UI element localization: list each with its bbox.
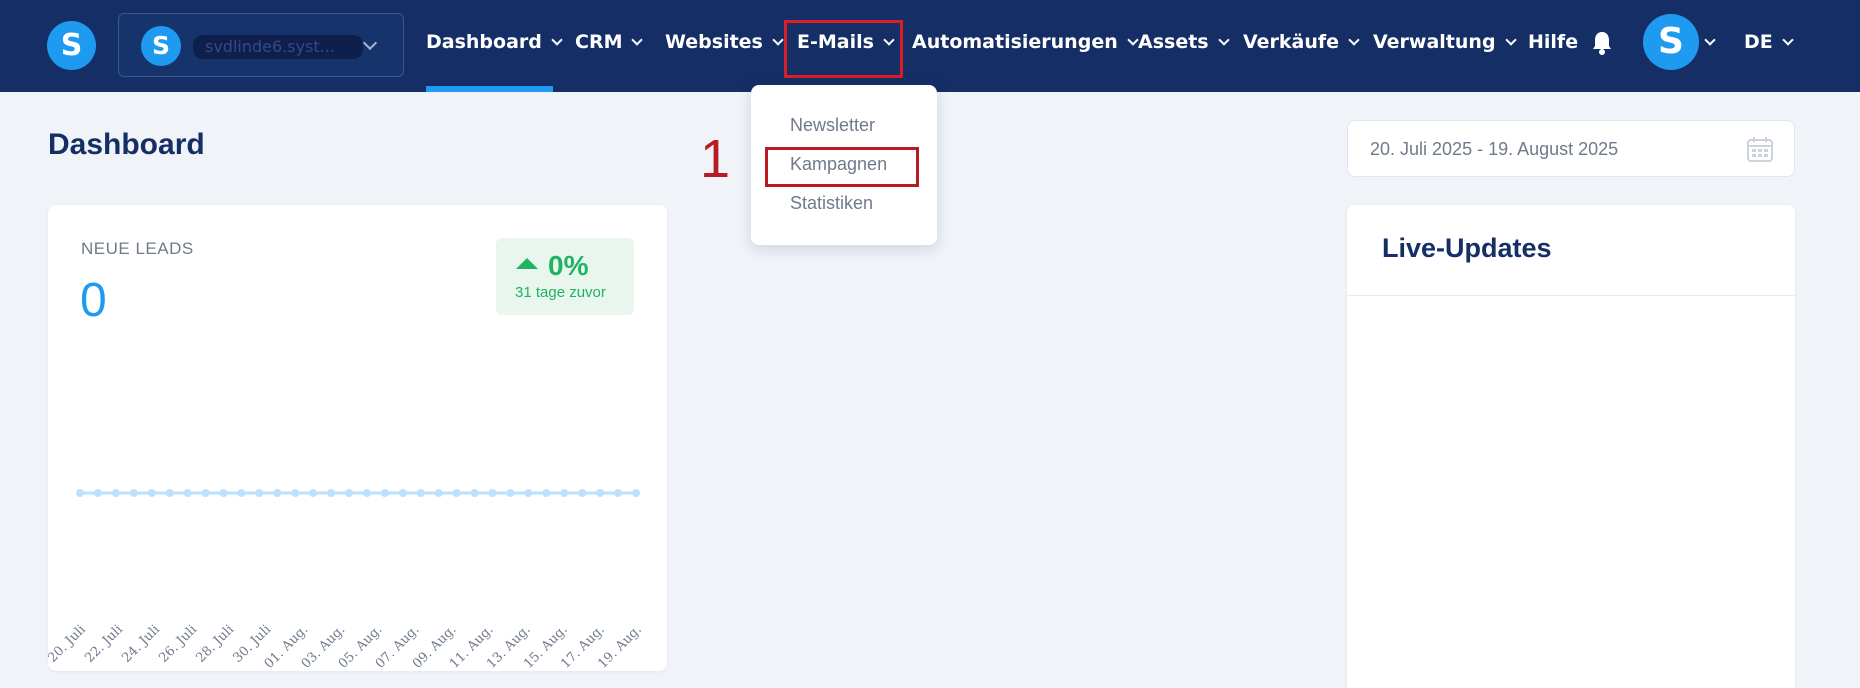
data-point[interactable]: [255, 489, 264, 497]
nav-dashboard[interactable]: Dashboard: [426, 0, 563, 92]
x-tick-label: 28. Juli: [193, 622, 237, 666]
data-point[interactable]: [111, 489, 120, 497]
data-point[interactable]: [273, 489, 282, 497]
date-range-text: 20. Juli 2025 - 19. August 2025: [1370, 139, 1619, 159]
data-point[interactable]: [542, 489, 551, 497]
data-point[interactable]: [291, 489, 300, 497]
new-leads-card: NEUE LEADS 0 0% 31 tage zuvor 20. Juli 22…: [48, 205, 667, 671]
chevron-down-icon: [1504, 34, 1517, 46]
chevron-down-icon: [772, 34, 784, 46]
nav-hilfe[interactable]: Hilfe: [1528, 0, 1578, 92]
app-logo[interactable]: S: [47, 21, 96, 70]
emails-highlight-box: [784, 20, 903, 78]
language-switcher[interactable]: DE: [1744, 0, 1794, 92]
avatar-menu-toggle[interactable]: [1704, 0, 1716, 92]
account-switcher[interactable]: S svdlinde6.syst...: [118, 13, 404, 77]
data-point[interactable]: [452, 489, 461, 497]
data-point[interactable]: [560, 489, 569, 497]
nav-websites[interactable]: Websites: [665, 0, 784, 92]
chevron-down-icon: [1348, 34, 1360, 46]
data-point[interactable]: [470, 489, 479, 497]
top-navigation-bar: S S svdlinde6.syst... Dashboard CRM Webs…: [0, 0, 1860, 92]
data-point[interactable]: [578, 489, 587, 497]
data-point[interactable]: [201, 489, 210, 497]
data-point[interactable]: [398, 489, 407, 497]
leads-line-chart: 20. Juli22. Juli24. Juli26. Juli28. Juli…: [48, 489, 645, 671]
data-point[interactable]: [93, 489, 102, 497]
x-tick-label: 20. Juli: [48, 622, 89, 666]
chevron-down-icon: [551, 34, 563, 46]
data-point[interactable]: [614, 489, 623, 497]
data-point[interactable]: [362, 489, 371, 497]
dropdown-item-statistiken[interactable]: Statistiken: [790, 193, 873, 214]
data-point[interactable]: [488, 489, 497, 497]
active-nav-indicator: [426, 86, 553, 92]
page-title: Dashboard: [48, 128, 205, 161]
chevron-down-icon: [631, 34, 644, 46]
data-point[interactable]: [434, 489, 443, 497]
calendar-icon[interactable]: [1746, 135, 1774, 163]
chevron-down-icon: [1782, 34, 1794, 46]
data-point[interactable]: [237, 489, 246, 497]
data-point[interactable]: [219, 489, 228, 497]
data-point[interactable]: [165, 489, 174, 497]
x-tick-label: 26. Juli: [156, 622, 200, 666]
data-point[interactable]: [596, 489, 605, 497]
account-logo: S: [141, 26, 181, 66]
nav-crm[interactable]: CRM: [575, 0, 644, 92]
chevron-down-icon: [1127, 34, 1139, 46]
data-point[interactable]: [309, 489, 318, 497]
chevron-down-icon: [1704, 34, 1716, 46]
data-point[interactable]: [129, 489, 138, 497]
account-name: svdlinde6.syst...: [193, 35, 363, 59]
data-point[interactable]: [416, 489, 425, 497]
date-range-picker[interactable]: 20. Juli 2025 - 19. August 2025: [1347, 120, 1795, 177]
data-point[interactable]: [183, 489, 192, 497]
x-tick-label: 22. Juli: [82, 622, 126, 666]
data-point[interactable]: [506, 489, 515, 497]
chevron-down-icon: [1217, 34, 1230, 46]
data-point[interactable]: [345, 489, 354, 497]
data-point[interactable]: [327, 489, 336, 497]
live-updates-card: Live-Updates: [1347, 205, 1795, 688]
nav-assets[interactable]: Assets: [1138, 0, 1230, 92]
kampagnen-highlight-box: [765, 147, 919, 187]
live-updates-title: Live-Updates: [1382, 233, 1552, 263]
data-point[interactable]: [632, 489, 640, 497]
nav-verkaeufe[interactable]: Verkäufe: [1243, 0, 1360, 92]
bell-icon[interactable]: [1590, 30, 1614, 56]
nav-verwaltung[interactable]: Verwaltung: [1373, 0, 1517, 92]
divider: [1347, 295, 1795, 296]
step-number-annotation: 1: [700, 129, 731, 189]
nav-automatisierungen[interactable]: Automatisierungen: [912, 0, 1139, 92]
data-point[interactable]: [524, 489, 533, 497]
data-point[interactable]: [76, 489, 84, 497]
data-point[interactable]: [147, 489, 156, 497]
chevron-down-icon: [362, 35, 378, 51]
dropdown-item-newsletter[interactable]: Newsletter: [790, 115, 875, 136]
user-avatar[interactable]: S: [1643, 14, 1699, 70]
data-point[interactable]: [380, 489, 389, 497]
x-tick-label: 24. Juli: [119, 622, 163, 666]
